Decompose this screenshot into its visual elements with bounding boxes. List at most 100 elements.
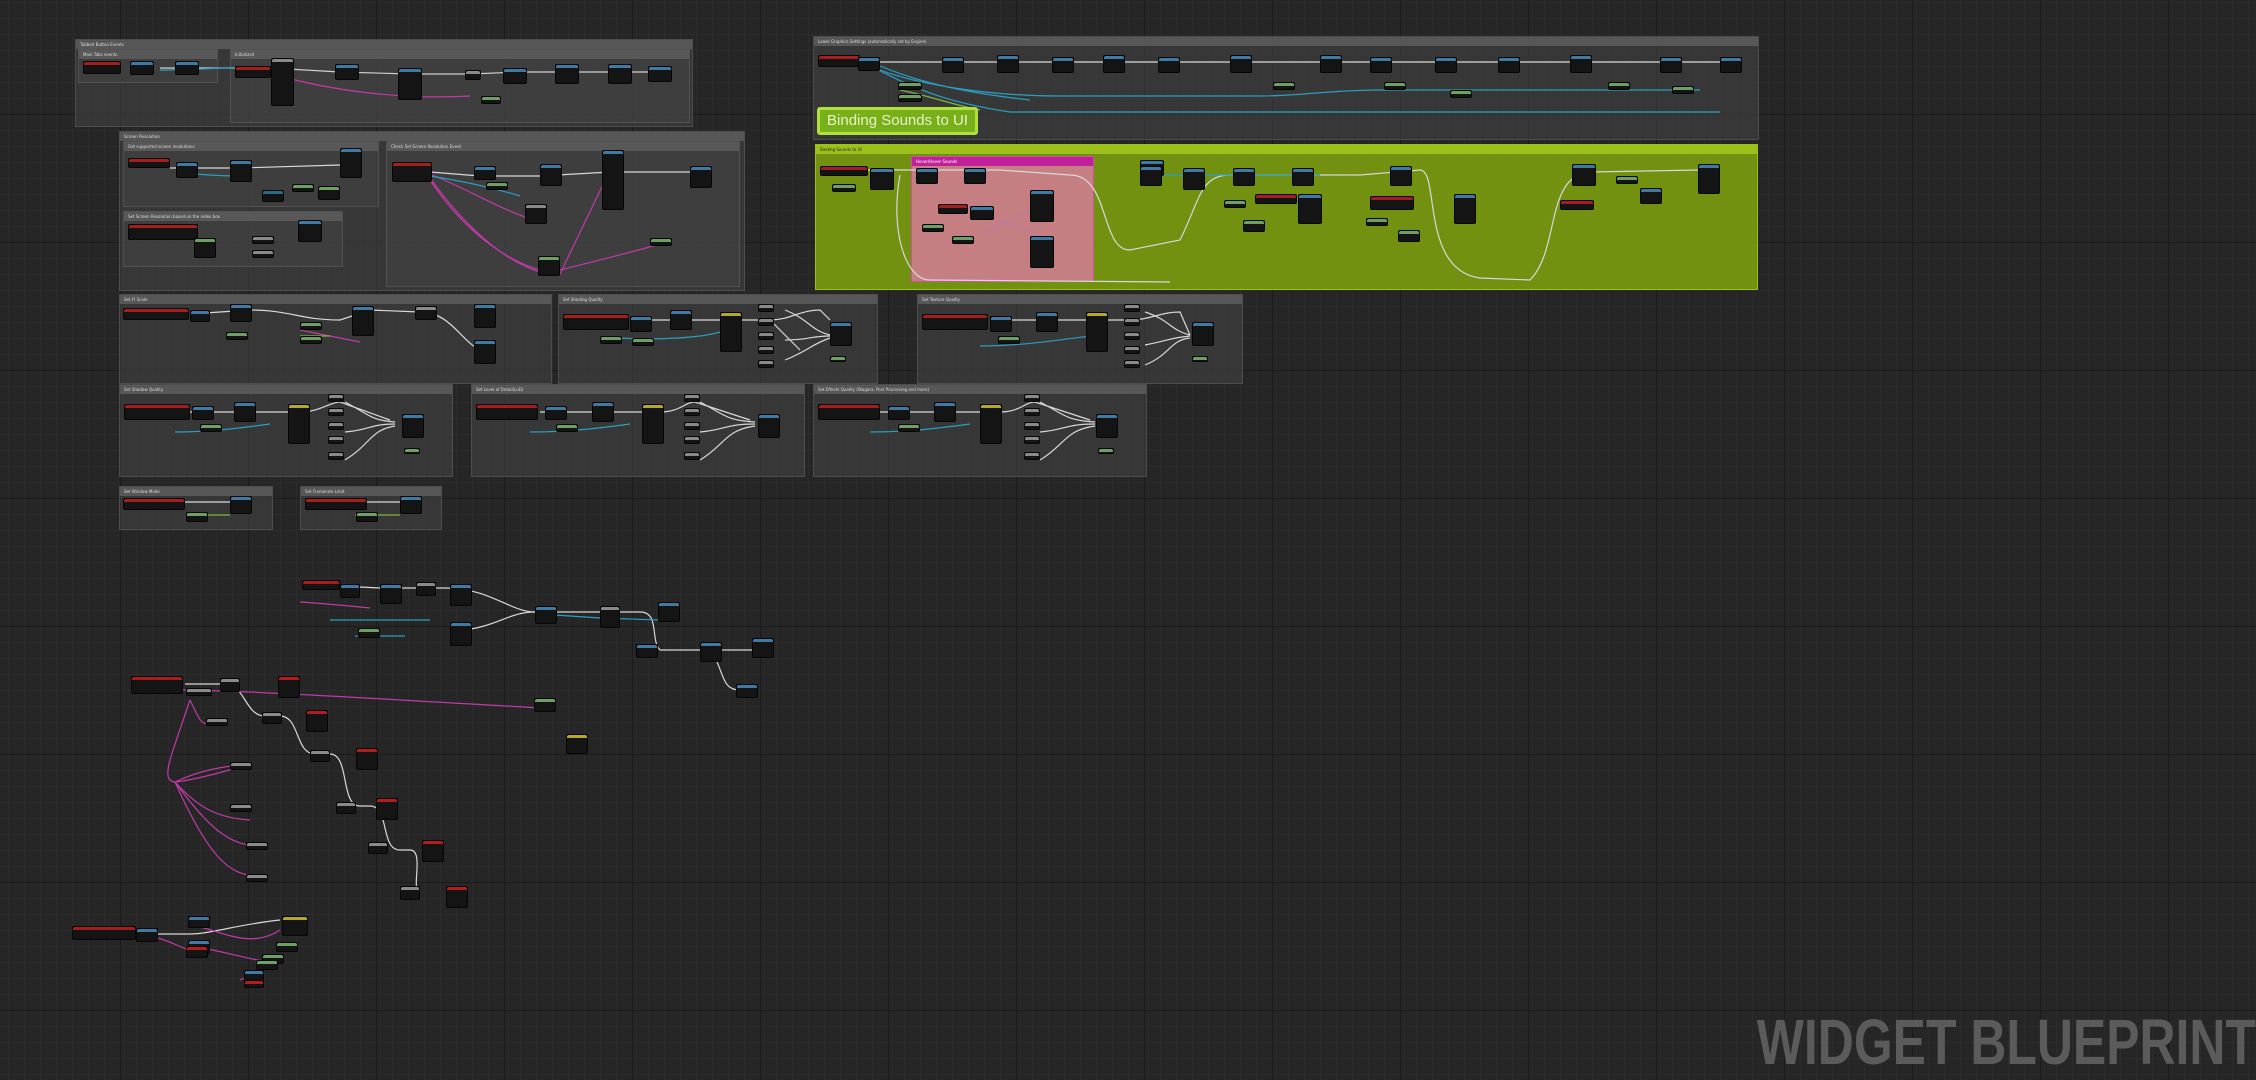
branch-node[interactable] [262,712,282,724]
function-node[interactable] [1640,188,1662,204]
pure-node[interactable] [898,424,920,432]
pure-node[interactable] [832,184,856,192]
pure-node[interactable] [952,236,974,244]
select-node[interactable] [1086,312,1108,352]
event-node[interactable] [820,166,868,176]
macro-node[interactable] [684,422,700,430]
macro-node[interactable] [1124,304,1140,312]
macro-node[interactable] [328,422,344,430]
function-node[interactable] [1192,322,1214,346]
pure-node[interactable] [1672,86,1694,94]
function-node[interactable] [602,150,624,210]
macro-node[interactable] [600,606,620,628]
select-node[interactable] [282,916,308,936]
pure-node[interactable] [1366,218,1388,226]
function-node[interactable] [942,57,964,73]
function-node[interactable] [1183,168,1205,190]
function-node[interactable] [970,206,994,220]
pure-node[interactable] [1098,448,1114,454]
play-sound-node[interactable] [422,840,444,862]
function-node[interactable] [1660,57,1682,73]
select-node[interactable] [720,312,742,352]
macro-node[interactable] [246,842,268,850]
pure-node[interactable] [256,960,278,970]
function-node[interactable] [830,322,852,346]
function-node[interactable] [176,162,198,178]
function-node[interactable] [658,602,680,622]
event-node[interactable] [123,498,185,510]
function-node[interactable] [230,496,252,514]
event-node[interactable] [72,926,136,940]
pure-node[interactable] [404,448,420,454]
pure-node[interactable] [1224,200,1246,208]
function-node[interactable] [298,220,322,242]
function-node[interactable] [888,406,910,420]
macro-node[interactable] [1124,360,1140,368]
function-node[interactable] [234,402,256,422]
function-node[interactable] [352,306,374,336]
event-node[interactable] [1370,196,1414,210]
pure-node[interactable] [318,186,340,200]
pure-node[interactable] [1398,230,1420,242]
pure-node[interactable] [1273,82,1295,90]
macro-node[interactable] [1024,452,1040,460]
pure-node[interactable] [1616,176,1638,184]
branch-node[interactable] [310,750,330,762]
pure-node[interactable] [194,238,216,258]
macro-node[interactable] [1024,422,1040,430]
pure-node[interactable] [600,336,622,344]
function-node[interactable] [990,316,1012,332]
event-node[interactable] [302,580,340,590]
function-node[interactable] [670,310,692,330]
function-node[interactable] [503,68,527,84]
event-node[interactable] [922,314,988,330]
function-node[interactable] [474,340,496,364]
cast-node[interactable] [262,190,284,202]
pure-node[interactable] [300,322,322,330]
function-node[interactable] [758,414,780,438]
pure-node[interactable] [922,224,944,232]
function-node[interactable] [1052,57,1074,73]
function-node[interactable] [136,928,158,942]
function-node[interactable] [858,57,880,71]
function-node[interactable] [608,64,632,84]
function-node[interactable] [340,148,362,178]
pure-node[interactable] [486,182,508,190]
function-node[interactable] [230,160,252,182]
event-node[interactable] [128,158,170,168]
function-node[interactable] [1435,57,1457,73]
macro-node[interactable] [684,394,700,402]
pure-node[interactable] [898,82,922,90]
function-node[interactable] [380,584,402,604]
event-node[interactable] [128,224,198,240]
macro-node[interactable] [415,306,437,320]
macro-node[interactable] [758,346,774,354]
pure-node[interactable] [998,336,1020,344]
function-node[interactable] [690,166,712,188]
function-node[interactable] [1454,194,1476,224]
function-node[interactable] [188,916,210,928]
event-node[interactable] [563,314,629,330]
pure-node[interactable] [186,512,208,522]
pure-node[interactable] [481,96,501,104]
function-node[interactable] [964,168,986,184]
pure-node[interactable] [356,512,378,522]
function-node[interactable] [450,622,472,646]
event-node[interactable] [305,498,367,510]
function-node[interactable] [870,168,894,190]
macro-node[interactable] [758,318,774,326]
branch-node[interactable] [220,678,240,692]
event-node[interactable] [235,66,271,78]
function-node[interactable] [1320,55,1342,73]
branch-node[interactable] [336,802,356,814]
function-node[interactable] [555,64,579,84]
function-node[interactable] [1498,57,1520,73]
macro-node[interactable] [684,452,700,460]
event-node[interactable] [124,404,190,420]
function-node[interactable] [1103,55,1125,73]
function-node[interactable] [474,304,496,328]
event-node[interactable] [392,162,432,182]
pure-node[interactable] [358,628,380,638]
play-sound-node[interactable] [306,710,328,732]
function-node[interactable] [474,166,496,180]
